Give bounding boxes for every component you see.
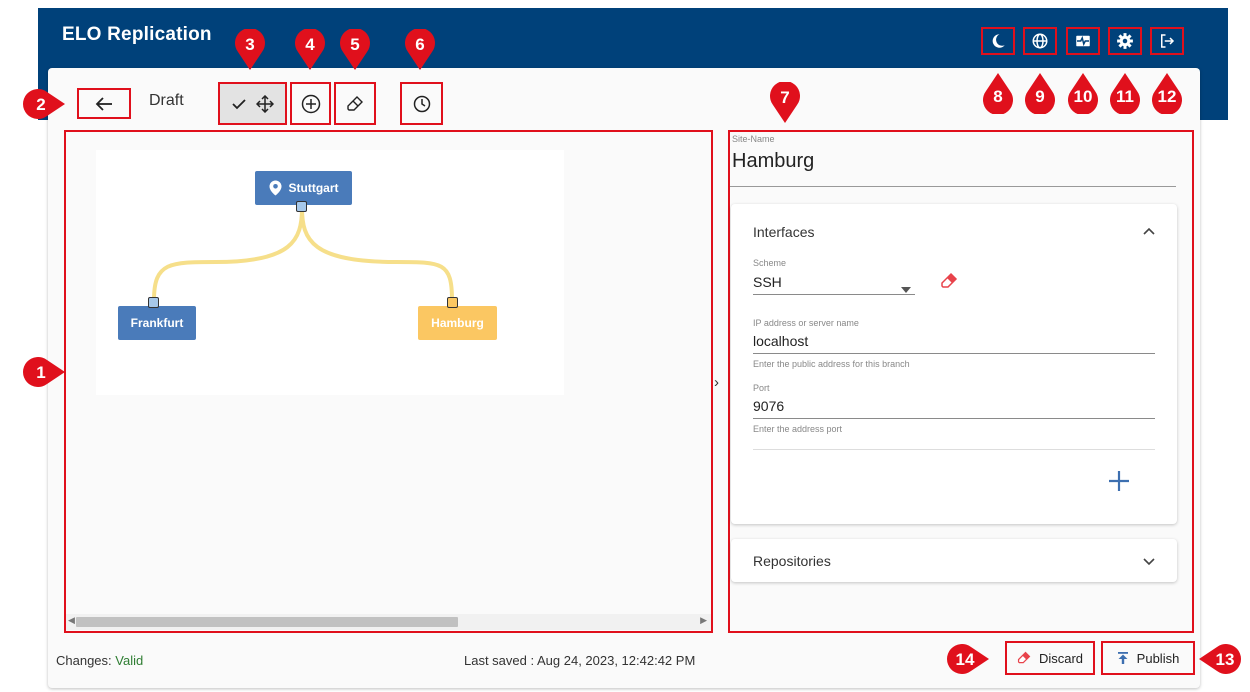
chevron-down-icon[interactable] — [1143, 555, 1155, 569]
scheme-select[interactable]: SSH — [753, 274, 782, 290]
site-name-underline — [730, 186, 1176, 187]
gear-icon — [1117, 33, 1133, 49]
site-node-hamburg[interactable]: Hamburg — [418, 306, 497, 340]
callout-marker: 2 — [22, 87, 66, 121]
publish-button[interactable]: Publish — [1101, 641, 1195, 675]
eraser-icon — [1017, 651, 1031, 664]
port-hint: Enter the address port — [753, 424, 843, 434]
discard-button[interactable]: Discard — [1005, 641, 1095, 675]
language-button[interactable] — [1023, 27, 1057, 55]
repositories-card[interactable]: Repositories — [731, 539, 1177, 582]
callout-marker: 12 — [1150, 72, 1184, 114]
callout-marker: 1 — [22, 355, 66, 389]
interfaces-card: Interfaces Scheme SSH IP address or serv… — [731, 204, 1177, 524]
settings-button[interactable] — [1108, 27, 1142, 55]
address-underline — [753, 353, 1155, 354]
globe-icon — [1032, 33, 1048, 49]
site-diagram[interactable]: Stuttgart Frankfurt Hamburg — [96, 150, 564, 395]
draft-status: Draft — [149, 92, 184, 109]
monitor-button[interactable] — [1066, 27, 1100, 55]
site-node-frankfurt[interactable]: Frankfurt — [118, 306, 196, 340]
scheme-label: Scheme — [753, 258, 787, 268]
chevron-up-icon[interactable] — [1143, 224, 1155, 238]
canvas-horizontal-scrollbar[interactable]: ◀ ▶ — [66, 614, 711, 630]
address-label: IP address or server name — [753, 318, 859, 328]
port-label: Port — [753, 383, 770, 393]
callout-marker: 4 — [293, 29, 327, 71]
add-interface-plus-icon[interactable] — [1108, 470, 1130, 497]
remove-interface-eraser-icon[interactable] — [940, 272, 958, 295]
interface-divider — [753, 449, 1155, 450]
address-hint: Enter the public address for this branch — [753, 359, 910, 369]
last-saved: Last saved : Aug 24, 2023, 12:42:42 PM — [464, 653, 696, 668]
eraser-icon — [347, 95, 363, 111]
repositories-title[interactable]: Repositories — [753, 553, 831, 569]
callout-marker: 13 — [1198, 642, 1242, 676]
history-button[interactable] — [400, 82, 443, 125]
back-button[interactable] — [77, 88, 131, 119]
plus-circle-icon — [301, 94, 320, 113]
erase-button[interactable] — [334, 82, 376, 125]
site-node-label: Frankfurt — [130, 316, 184, 330]
scroll-left-icon[interactable]: ◀ — [68, 615, 75, 626]
arrow-left-icon — [95, 96, 112, 111]
callout-marker: 14 — [946, 642, 990, 676]
app-title: ELO Replication — [62, 24, 212, 45]
activity-icon — [1076, 35, 1090, 47]
address-input[interactable]: localhost — [753, 333, 808, 349]
site-port-hamburg[interactable] — [447, 297, 458, 308]
callout-marker: 7 — [768, 82, 802, 124]
changes-label: Changes: — [56, 653, 112, 668]
logout-button[interactable] — [1150, 27, 1184, 55]
move-icon — [255, 94, 274, 113]
port-input[interactable]: 9076 — [753, 398, 784, 414]
map-pin-icon — [269, 180, 281, 196]
callout-marker: 3 — [233, 29, 267, 71]
scheme-underline — [753, 294, 915, 295]
chevron-right-icon[interactable]: › — [714, 374, 719, 391]
callout-marker: 9 — [1023, 72, 1057, 114]
check-icon — [231, 98, 246, 109]
move-mode-toggle[interactable] — [218, 82, 287, 125]
publish-icon — [1117, 652, 1128, 664]
site-port-frankfurt[interactable] — [148, 297, 159, 308]
site-name-label: Site-Name — [732, 134, 775, 144]
scroll-right-icon[interactable]: ▶ — [700, 615, 707, 626]
port-underline — [753, 418, 1155, 419]
callout-marker: 8 — [981, 72, 1015, 114]
callout-marker: 6 — [403, 29, 437, 71]
site-name-field[interactable]: Hamburg — [732, 150, 814, 173]
site-node-label: Stuttgart — [288, 181, 339, 195]
site-port-stuttgart[interactable] — [296, 201, 307, 212]
discard-label: Discard — [1038, 650, 1084, 666]
dark-mode-button[interactable] — [981, 27, 1015, 55]
callout-marker: 10 — [1066, 72, 1100, 114]
callout-marker: 11 — [1108, 72, 1142, 114]
caret-down-icon[interactable] — [901, 280, 911, 298]
publish-label: Publish — [1136, 650, 1180, 666]
moon-icon — [992, 34, 1005, 48]
interfaces-title[interactable]: Interfaces — [753, 224, 814, 240]
add-site-button[interactable] — [290, 82, 331, 125]
clock-icon — [413, 95, 430, 112]
callout-marker: 5 — [338, 29, 372, 71]
changes-status: Changes: Valid — [56, 653, 143, 668]
changes-value: Valid — [115, 653, 144, 668]
logout-icon — [1161, 34, 1175, 48]
scrollbar-thumb[interactable] — [76, 617, 458, 627]
site-node-label: Hamburg — [431, 316, 484, 330]
site-node-stuttgart[interactable]: Stuttgart — [255, 171, 352, 205]
